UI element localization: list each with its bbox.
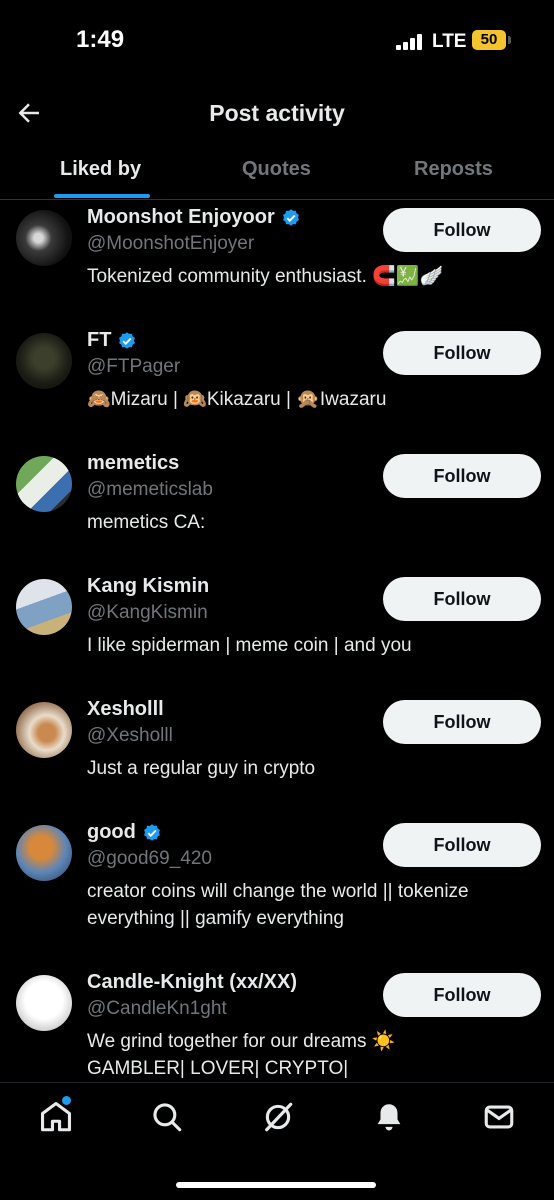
tab-liked-by[interactable]: Liked by xyxy=(60,158,141,181)
follow-button[interactable]: Follow xyxy=(383,208,541,252)
active-tab-indicator xyxy=(54,194,150,198)
user-handle: @Xesholll xyxy=(87,725,173,746)
verified-badge-icon xyxy=(143,823,160,841)
avatar[interactable] xyxy=(16,210,72,266)
user-name[interactable]: FT xyxy=(87,329,111,352)
tab-bar: Liked by Quotes Reposts xyxy=(0,150,554,200)
user-bio: 🙈Mizaru | 🙉Kikazaru | 🙊Iwazaru xyxy=(87,389,387,410)
messages-icon[interactable] xyxy=(482,1100,516,1134)
user-bio: Just a regular guy in crypto xyxy=(87,758,316,779)
notification-dot xyxy=(62,1096,71,1105)
header: Post activity xyxy=(0,86,554,146)
tab-quotes[interactable]: Quotes xyxy=(242,158,311,181)
user-name[interactable]: good xyxy=(87,821,136,844)
follow-button[interactable]: Follow xyxy=(383,700,541,744)
user-handle: @MoonshotEnjoyer xyxy=(87,233,255,254)
divider xyxy=(0,1082,554,1083)
avatar[interactable] xyxy=(16,579,72,635)
user-name[interactable]: Xesholll xyxy=(87,698,164,721)
user-bio: I like spiderman | meme coin | and you xyxy=(87,635,412,656)
user-handle: @CandleKn1ght xyxy=(87,998,227,1019)
user-name[interactable]: Candle-Knight (xx/XX) xyxy=(87,971,297,994)
user-bio: creator coins will change the world || t… xyxy=(87,881,469,929)
user-name[interactable]: Kang Kismin xyxy=(87,575,209,598)
status-bar: 1:49 LTE 50 xyxy=(0,0,554,86)
verified-badge-icon xyxy=(119,331,136,349)
tab-reposts[interactable]: Reposts xyxy=(414,158,493,181)
search-icon[interactable] xyxy=(150,1100,184,1134)
signal-icon xyxy=(396,34,424,50)
user-name[interactable]: Moonshot Enjoyoor xyxy=(87,206,275,229)
user-list: Moonshot Enjoyoor @MoonshotEnjoyer Token… xyxy=(0,200,554,1080)
verified-badge-icon xyxy=(282,208,299,226)
avatar[interactable] xyxy=(16,825,72,881)
page-title: Post activity xyxy=(209,100,345,126)
user-handle: @good69_420 xyxy=(87,848,212,869)
user-handle: @KangKismin xyxy=(87,602,208,623)
follow-button[interactable]: Follow xyxy=(383,331,541,375)
avatar[interactable] xyxy=(16,456,72,512)
user-name[interactable]: memetics xyxy=(87,452,179,475)
avatar[interactable] xyxy=(16,702,72,758)
user-bio: We grind together for our dreams ☀️ GAMBL… xyxy=(87,1031,396,1079)
follow-button[interactable]: Follow xyxy=(383,454,541,498)
follow-button[interactable]: Follow xyxy=(383,823,541,867)
avatar[interactable] xyxy=(16,333,72,389)
user-handle: @FTPager xyxy=(87,356,181,377)
home-indicator xyxy=(176,1182,376,1188)
follow-button[interactable]: Follow xyxy=(383,577,541,621)
network-label: LTE xyxy=(432,31,467,52)
home-icon[interactable] xyxy=(39,1100,73,1134)
user-bio: Tokenized community enthusiast. 🧲💹🪽 xyxy=(87,266,444,287)
status-time: 1:49 xyxy=(76,26,125,53)
user-bio: memetics CA: xyxy=(87,512,206,533)
follow-button[interactable]: Follow xyxy=(383,973,541,1017)
notifications-icon[interactable] xyxy=(372,1100,406,1134)
avatar[interactable] xyxy=(16,975,72,1031)
battery-icon: 50 xyxy=(472,30,511,50)
user-handle: @memeticslab xyxy=(87,479,213,500)
grok-icon[interactable] xyxy=(261,1100,295,1134)
